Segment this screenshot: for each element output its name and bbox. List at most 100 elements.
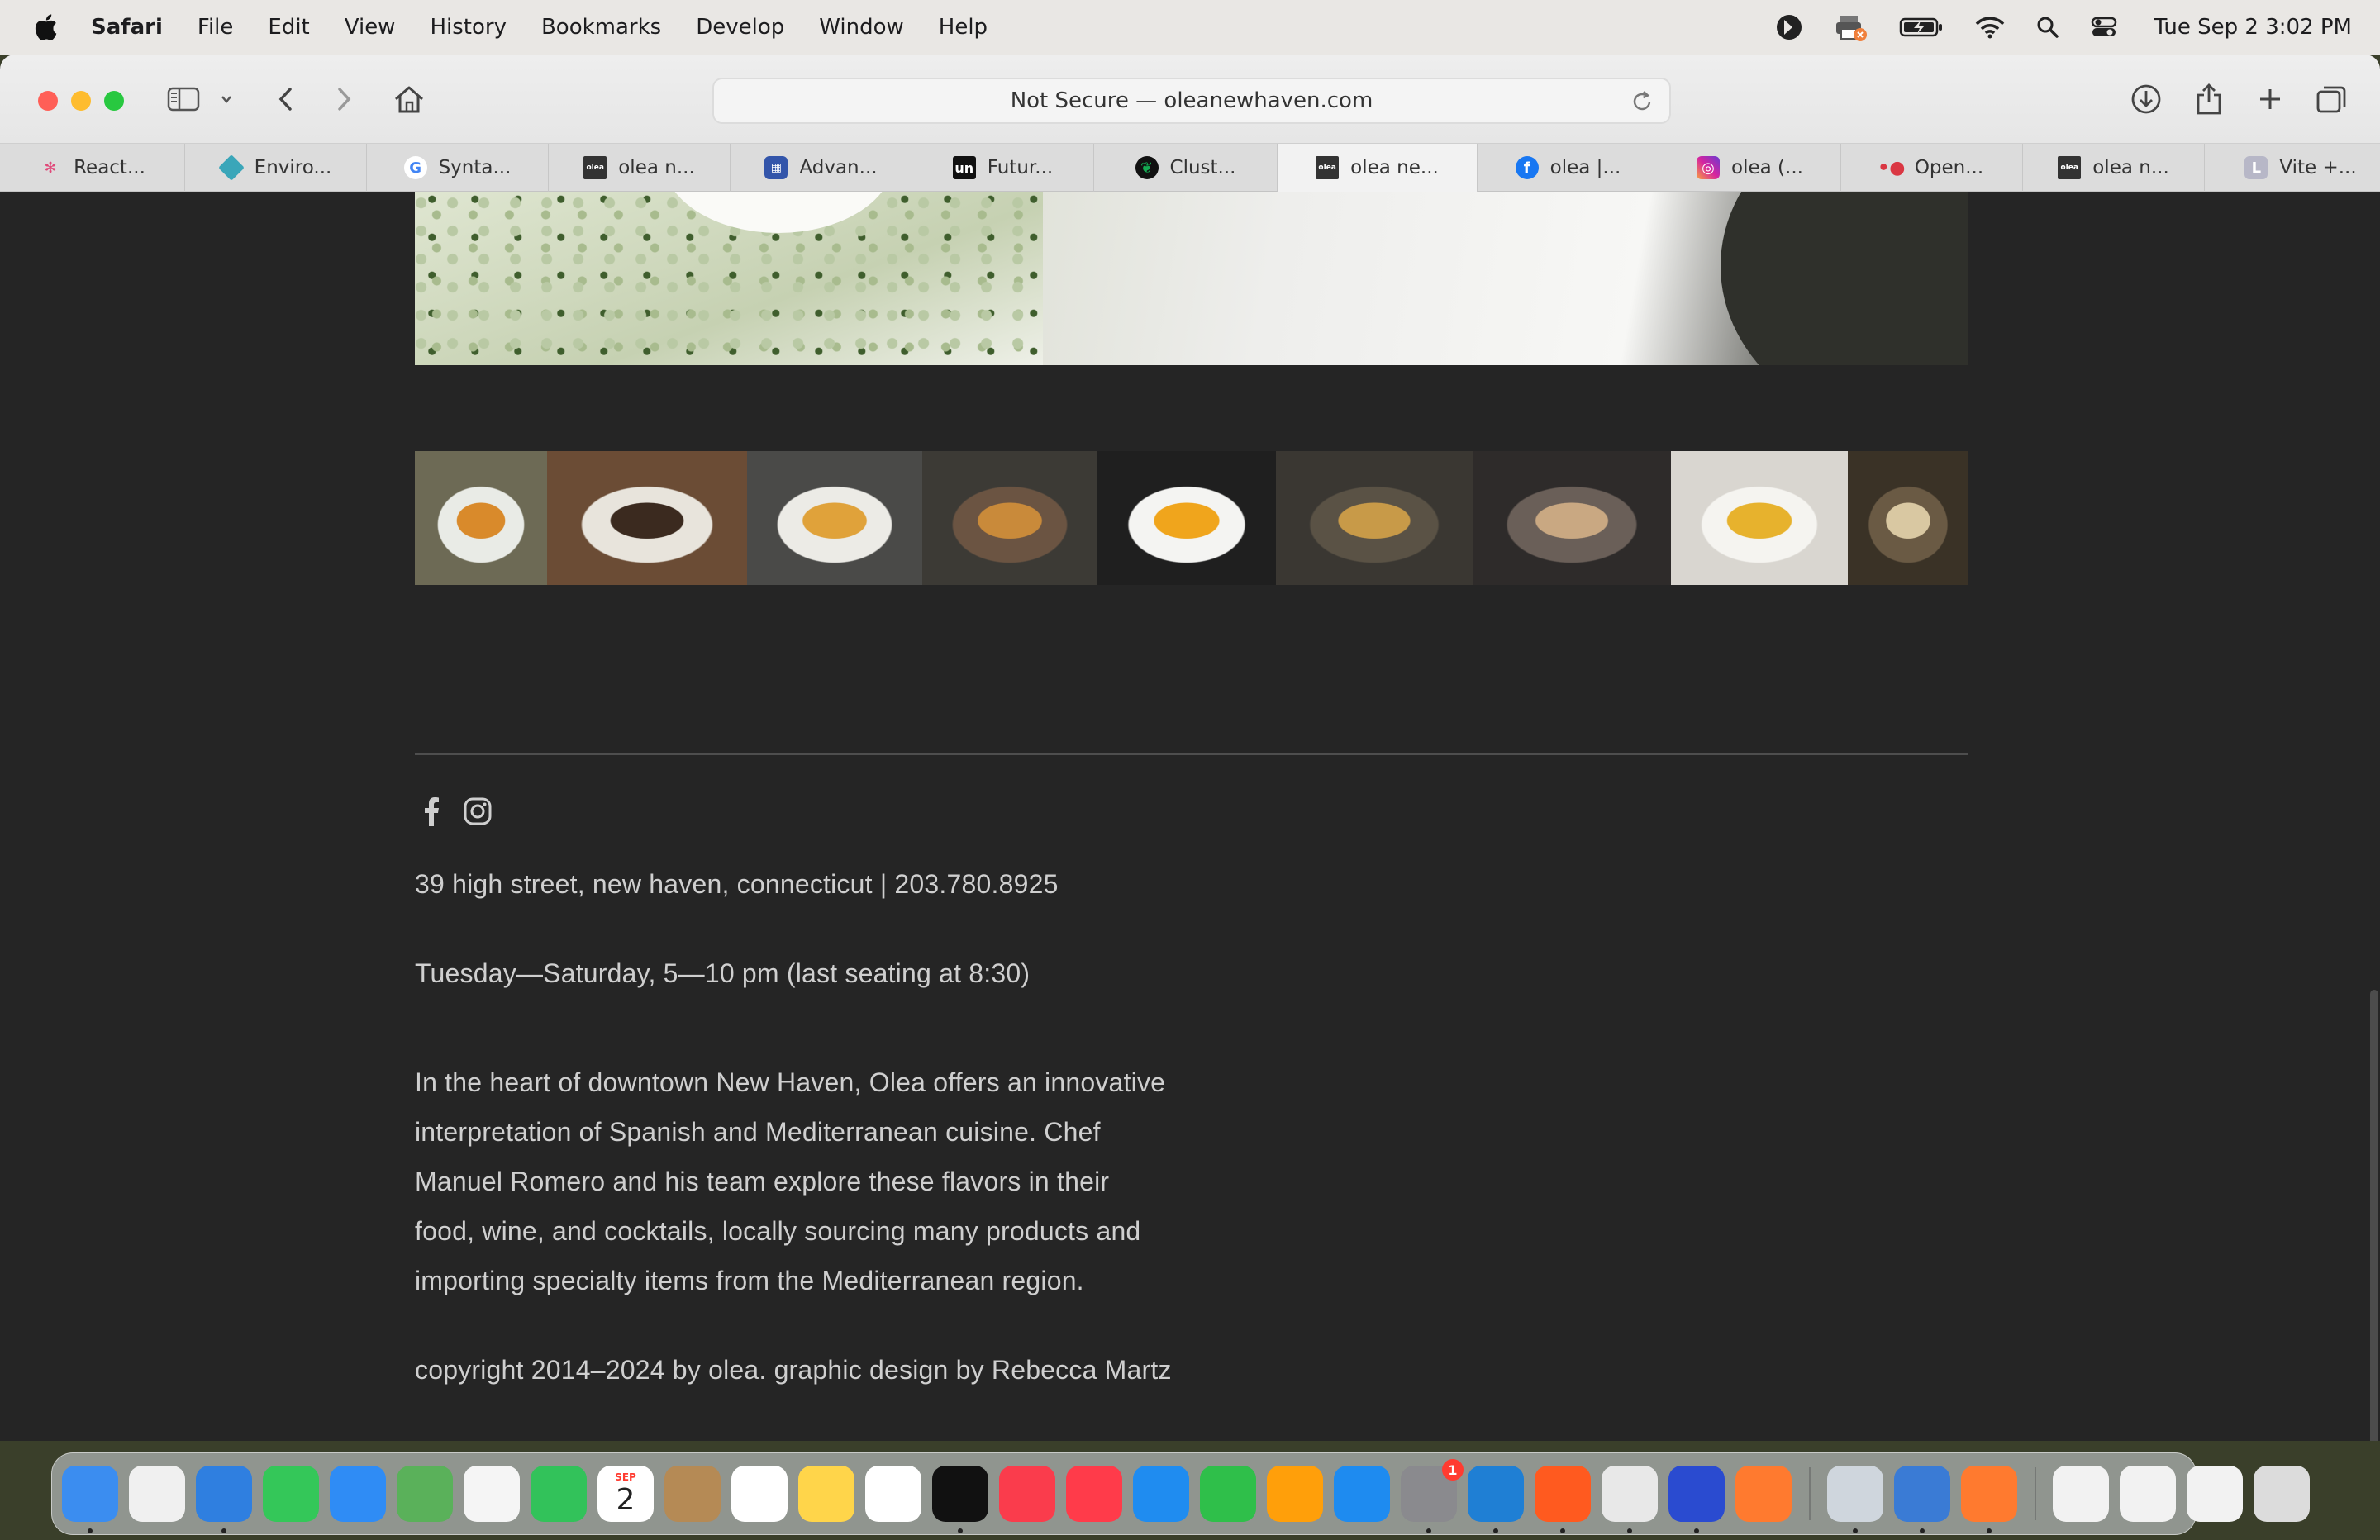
trash-icon[interactable] bbox=[2254, 1466, 2310, 1522]
launchpad-icon[interactable] bbox=[129, 1466, 185, 1522]
reminders-icon[interactable] bbox=[731, 1466, 788, 1522]
appletv-icon[interactable] bbox=[932, 1466, 988, 1533]
menu-app-name[interactable]: Safari bbox=[91, 15, 163, 40]
tab-overview-icon[interactable] bbox=[2312, 78, 2350, 121]
address-bar[interactable]: Not Secure — oleanewhaven.com bbox=[712, 78, 1671, 124]
document-stack-2-icon[interactable] bbox=[2187, 1466, 2243, 1522]
pages-icon[interactable] bbox=[1267, 1466, 1323, 1522]
battery-icon[interactable] bbox=[1899, 16, 1944, 39]
news-icon[interactable] bbox=[1066, 1466, 1122, 1522]
dish-thumbnail-8[interactable] bbox=[1671, 451, 1848, 585]
finder-icon[interactable] bbox=[62, 1466, 118, 1533]
wifi-icon[interactable] bbox=[1975, 16, 2005, 39]
system-settings-icon[interactable]: 1 bbox=[1401, 1459, 1464, 1533]
printer-status-icon[interactable] bbox=[1835, 12, 1868, 42]
tab-7[interactable]: ❦ Clust... bbox=[1094, 144, 1278, 192]
contacts-icon[interactable] bbox=[664, 1466, 721, 1522]
zoom-window-button[interactable] bbox=[104, 91, 124, 111]
facetime-icon[interactable] bbox=[531, 1466, 587, 1522]
network-utility-icon[interactable] bbox=[1894, 1466, 1950, 1533]
menu-help[interactable]: Help bbox=[939, 15, 988, 40]
tab-9[interactable]: f olea |... bbox=[1478, 144, 1659, 192]
page-scrollbar[interactable] bbox=[2368, 329, 2380, 1441]
tab-6[interactable]: un Futur... bbox=[912, 144, 1094, 192]
messages-icon[interactable] bbox=[263, 1466, 319, 1522]
tab-13[interactable]: L Vite +... bbox=[2205, 144, 2380, 192]
mail-icon[interactable] bbox=[330, 1466, 386, 1522]
social-links bbox=[415, 795, 507, 828]
tab-10[interactable]: ◎ olea (... bbox=[1659, 144, 1841, 192]
share-icon[interactable] bbox=[2190, 78, 2228, 121]
facebook-icon[interactable] bbox=[415, 795, 448, 828]
calendar-icon[interactable]: SEP 2 bbox=[597, 1466, 654, 1522]
menu-file[interactable]: File bbox=[198, 15, 234, 40]
numbers-icon[interactable] bbox=[1200, 1466, 1256, 1522]
forward-button[interactable] bbox=[327, 78, 360, 121]
brave-icon[interactable] bbox=[1535, 1466, 1591, 1533]
photos-icon[interactable] bbox=[464, 1466, 520, 1522]
minimize-window-button[interactable] bbox=[71, 91, 91, 111]
pen-app-icon[interactable] bbox=[1735, 1466, 1792, 1522]
dish-thumbnail-5[interactable] bbox=[1097, 451, 1276, 585]
pen-app-2-icon[interactable] bbox=[1961, 1466, 2017, 1533]
menu-history[interactable]: History bbox=[430, 15, 507, 40]
menu-develop[interactable]: Develop bbox=[696, 15, 784, 40]
control-center-icon[interactable] bbox=[2091, 16, 2117, 39]
webpage-content: 39 high street, new haven, connecticut |… bbox=[0, 192, 2380, 1441]
dish-thumbnail-7[interactable] bbox=[1473, 451, 1671, 585]
printer-icon[interactable] bbox=[1668, 1466, 1725, 1533]
menu-bookmarks[interactable]: Bookmarks bbox=[541, 15, 661, 40]
apple-menu-icon[interactable] bbox=[0, 13, 91, 41]
maps-icon[interactable] bbox=[397, 1466, 453, 1522]
tab-8-active[interactable]: olea olea ne... bbox=[1278, 144, 1478, 192]
tab-12[interactable]: olea olea n... bbox=[2023, 144, 2205, 192]
dish-thumbnail-1[interactable] bbox=[415, 451, 547, 585]
dish-thumbnail-3[interactable] bbox=[747, 451, 922, 585]
running-indicator bbox=[1920, 1528, 1925, 1533]
new-tab-plus-icon[interactable] bbox=[2251, 78, 2289, 121]
sidebar-toggle-icon[interactable] bbox=[164, 78, 203, 121]
dish-thumbnail-2[interactable] bbox=[547, 451, 747, 585]
close-window-button[interactable] bbox=[38, 91, 58, 111]
unsplash-icon: un bbox=[952, 156, 976, 179]
dish-thumbnail-4[interactable] bbox=[922, 451, 1097, 585]
html-file-icon[interactable] bbox=[2053, 1466, 2109, 1522]
tab-5[interactable]: ▦ Advan... bbox=[731, 144, 912, 192]
facebook-icon: f bbox=[1515, 156, 1539, 179]
home-icon[interactable] bbox=[388, 78, 430, 121]
bank-icon: ▦ bbox=[764, 156, 788, 179]
tab-1[interactable]: ✻ React... bbox=[0, 144, 185, 192]
spotlight-search-icon[interactable] bbox=[2036, 16, 2059, 39]
music-icon[interactable] bbox=[999, 1466, 1055, 1522]
instagram-icon[interactable] bbox=[461, 795, 494, 828]
chrome-icon[interactable] bbox=[1602, 1466, 1658, 1533]
document-stack-icon[interactable] bbox=[2120, 1466, 2176, 1522]
scrollbar-thumb[interactable] bbox=[2370, 990, 2378, 1441]
reload-icon[interactable] bbox=[1630, 89, 1654, 120]
menu-edit[interactable]: Edit bbox=[268, 15, 309, 40]
dark-mode-app-icon[interactable] bbox=[1775, 13, 1803, 41]
tab-4[interactable]: olea olea n... bbox=[549, 144, 731, 192]
notes-icon[interactable] bbox=[798, 1466, 854, 1522]
address-text: Not Secure — oleanewhaven.com bbox=[1010, 88, 1373, 113]
dish-thumbnail-6[interactable] bbox=[1276, 451, 1473, 585]
safari-icon[interactable] bbox=[196, 1466, 252, 1533]
tab-3[interactable]: G Synta... bbox=[367, 144, 549, 192]
downloads-icon[interactable] bbox=[2127, 78, 2165, 121]
tab-group-chevron-down-icon[interactable] bbox=[215, 78, 238, 121]
preview-icon[interactable] bbox=[1827, 1466, 1883, 1533]
freeform-icon[interactable] bbox=[865, 1466, 921, 1522]
menubar-clock[interactable]: Tue Sep 2 3:02 PM bbox=[2154, 15, 2352, 40]
menu-view[interactable]: View bbox=[345, 15, 396, 40]
tab-label: Vite +... bbox=[2279, 157, 2357, 178]
keynote-icon[interactable] bbox=[1133, 1466, 1189, 1522]
back-button[interactable] bbox=[269, 78, 302, 121]
menu-window[interactable]: Window bbox=[819, 15, 904, 40]
tab-label: olea (... bbox=[1731, 157, 1803, 178]
status-area: Tue Sep 2 3:02 PM bbox=[1744, 0, 2352, 55]
tab-2[interactable]: Enviro... bbox=[185, 144, 367, 192]
tab-11[interactable]: •● Open... bbox=[1841, 144, 2023, 192]
dining-room-thumbnail[interactable] bbox=[1848, 451, 1968, 585]
appstore-icon[interactable] bbox=[1334, 1466, 1390, 1522]
vscode-icon[interactable] bbox=[1468, 1466, 1524, 1533]
